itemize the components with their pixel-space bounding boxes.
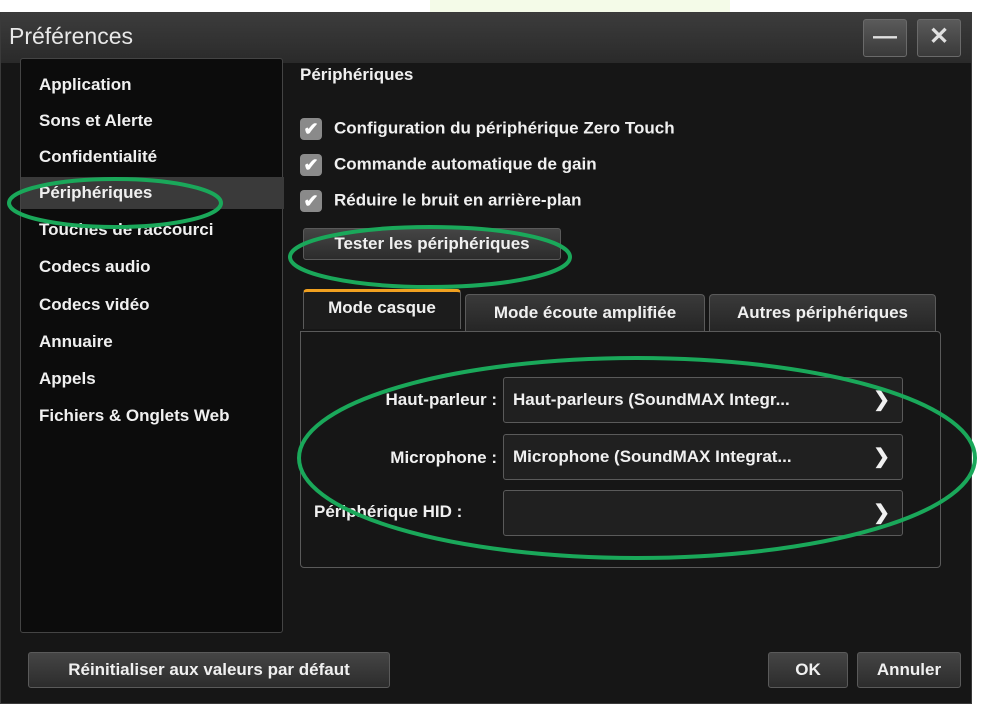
test-devices-button[interactable]: Tester les périphériques xyxy=(303,228,561,260)
sidebar-item-appels[interactable]: Appels xyxy=(39,369,96,389)
checkbox-zero-touch[interactable]: ✔ Configuration du périphérique Zero Touc… xyxy=(300,118,675,140)
reset-defaults-button[interactable]: Réinitialiser aux valeurs par défaut xyxy=(28,652,390,688)
category-sidebar: Application Sons et Alerte Confidentiali… xyxy=(20,58,284,633)
window-title: Préférences xyxy=(9,23,134,49)
sidebar-item-peripheriques[interactable]: Périphériques xyxy=(21,177,284,209)
checkmark-icon[interactable]: ✔ xyxy=(300,118,322,140)
hid-select[interactable]: ❯ xyxy=(503,490,903,536)
title-bar: Préférences — ✕ xyxy=(1,13,971,63)
checkbox-noise-reduction[interactable]: ✔ Réduire le bruit en arrière-plan xyxy=(300,190,582,212)
sidebar-item-annuaire[interactable]: Annuaire xyxy=(39,332,113,352)
minimize-icon: — xyxy=(873,23,897,50)
speaker-select[interactable]: Haut-parleurs (SoundMAX Integr... ❯ xyxy=(503,377,903,423)
checkbox-label: Commande automatique de gain xyxy=(334,154,597,174)
ok-button[interactable]: OK xyxy=(768,652,848,688)
close-icon: ✕ xyxy=(928,23,950,50)
cancel-button[interactable]: Annuler xyxy=(857,652,961,688)
speaker-label: Haut-parleur : xyxy=(385,390,497,409)
minimize-button[interactable]: — xyxy=(863,19,907,57)
sidebar-item-confidentialite[interactable]: Confidentialité xyxy=(39,147,157,167)
checkmark-icon[interactable]: ✔ xyxy=(300,190,322,212)
checkmark-icon[interactable]: ✔ xyxy=(300,154,322,176)
sidebar-item-codecs-audio[interactable]: Codecs audio xyxy=(39,257,150,277)
chevron-down-icon[interactable]: ❯ xyxy=(873,435,890,479)
sidebar-item-touches-raccourci[interactable]: Touches de raccourci xyxy=(39,220,213,240)
close-button[interactable]: ✕ xyxy=(917,19,961,57)
chevron-down-icon[interactable]: ❯ xyxy=(873,378,890,422)
section-title: Périphériques xyxy=(300,65,414,84)
tab-autres-peripheriques[interactable]: Autres périphériques xyxy=(709,294,936,332)
sidebar-item-application[interactable]: Application xyxy=(39,75,132,95)
sidebar-item-sons-alerte[interactable]: Sons et Alerte xyxy=(39,111,153,131)
hid-label: Périphérique HID : xyxy=(314,502,463,521)
microphone-select[interactable]: Microphone (SoundMAX Integrat... ❯ xyxy=(503,434,903,480)
checkbox-label: Réduire le bruit en arrière-plan xyxy=(334,190,582,210)
microphone-label: Microphone : xyxy=(390,448,497,467)
tab-mode-casque[interactable]: Mode casque xyxy=(303,289,461,329)
checkbox-label: Configuration du périphérique Zero Touch xyxy=(334,118,675,138)
sidebar-item-codecs-video[interactable]: Codecs vidéo xyxy=(39,295,150,315)
tab-mode-ecoute-amplifiee[interactable]: Mode écoute amplifiée xyxy=(465,294,705,332)
speaker-select-value: Haut-parleurs (SoundMAX Integr... xyxy=(513,390,790,409)
sidebar-item-fichiers-onglets[interactable]: Fichiers & Onglets Web xyxy=(39,406,230,426)
microphone-select-value: Microphone (SoundMAX Integrat... xyxy=(513,447,792,466)
chevron-down-icon[interactable]: ❯ xyxy=(873,491,890,535)
checkbox-auto-gain[interactable]: ✔ Commande automatique de gain xyxy=(300,154,597,176)
